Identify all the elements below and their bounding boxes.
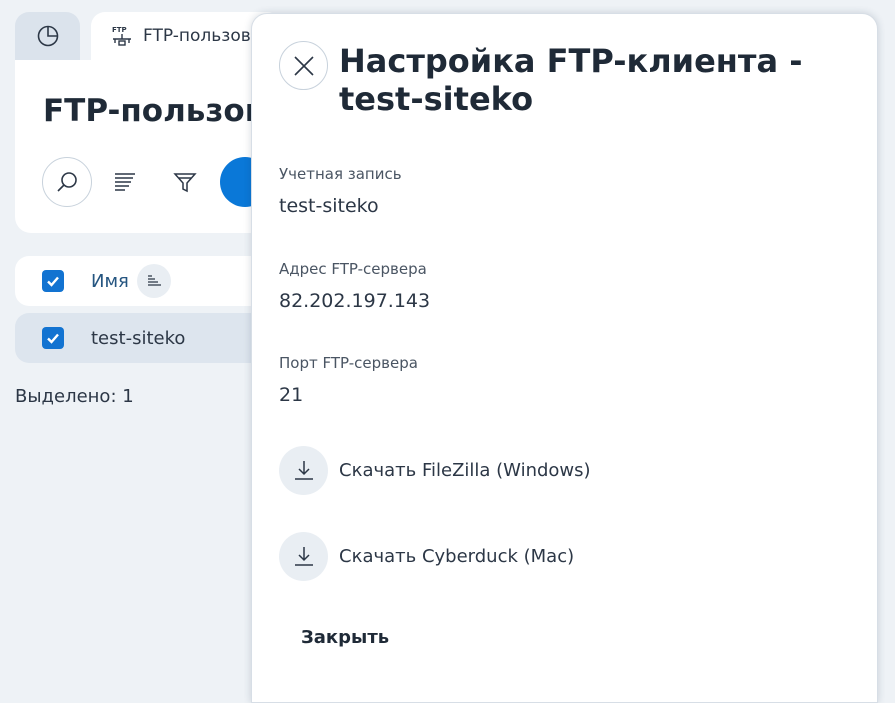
filter-icon — [173, 173, 197, 193]
close-icon — [293, 55, 314, 76]
page-header-card: FTP-пользова — [15, 60, 285, 233]
sort-button[interactable] — [100, 157, 150, 207]
download-filezilla-link[interactable]: Скачать FileZilla (Windows) — [279, 445, 591, 495]
server-port-value: 21 — [279, 384, 304, 406]
pie-chart-icon — [37, 25, 58, 47]
filter-button[interactable] — [160, 157, 210, 207]
download-cyberduck-label: Скачать Cyberduck (Mac) — [339, 545, 575, 567]
lines-icon — [115, 173, 135, 191]
column-header-name[interactable]: Имя — [91, 271, 129, 292]
download-icon — [279, 445, 328, 495]
download-cyberduck-link[interactable]: Скачать Cyberduck (Mac) — [279, 531, 574, 581]
tab-dashboard[interactable] — [15, 12, 80, 60]
selected-count: Выделено: 1 — [15, 386, 134, 407]
download-filezilla-label: Скачать FileZilla (Windows) — [339, 459, 591, 481]
download-icon — [279, 531, 328, 581]
server-address-value: 82.202.197.143 — [279, 290, 431, 312]
svg-text:FTP: FTP — [112, 26, 127, 34]
ftp-client-settings-drawer: Настройка FTP-клиента - test-siteko Учет… — [251, 13, 878, 703]
row-name: test-siteko — [91, 327, 186, 349]
drawer-title: Настройка FTP-клиента - test-siteko — [339, 42, 803, 118]
page-title: FTP-пользова — [43, 93, 286, 129]
check-icon — [47, 333, 59, 344]
server-port-label: Порт FTP-сервера — [279, 354, 418, 372]
ftp-icon: FTP — [112, 26, 131, 46]
check-icon — [47, 276, 59, 287]
sort-lines-icon — [148, 275, 161, 286]
close-button[interactable]: Закрыть — [301, 627, 389, 648]
search-icon — [57, 172, 77, 192]
search-button[interactable] — [42, 157, 92, 207]
tab-ftp-label: FTP-пользов — [143, 26, 251, 46]
server-address-label: Адрес FTP-сервера — [279, 260, 427, 278]
drawer-close-button[interactable] — [279, 41, 328, 90]
table-header: Имя — [15, 256, 275, 306]
column-sort-button[interactable] — [137, 264, 171, 298]
table-row[interactable]: test-siteko — [15, 313, 275, 363]
row-checkbox[interactable] — [42, 327, 64, 349]
account-value: test-siteko — [279, 195, 379, 217]
select-all-checkbox[interactable] — [42, 270, 64, 292]
account-label: Учетная запись — [279, 165, 402, 183]
